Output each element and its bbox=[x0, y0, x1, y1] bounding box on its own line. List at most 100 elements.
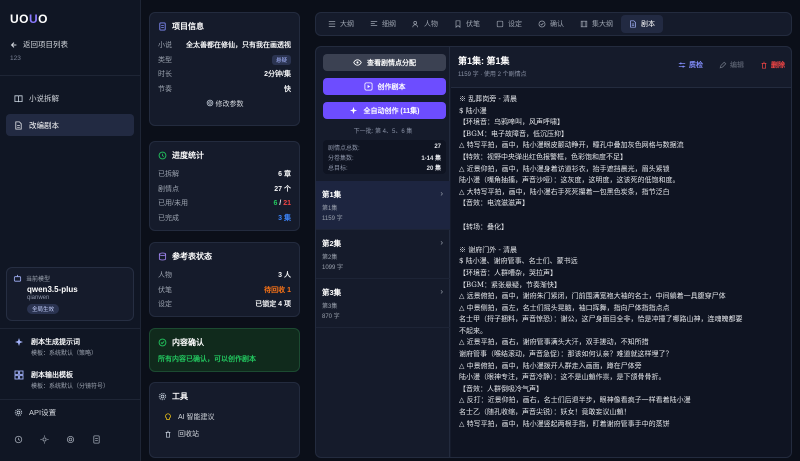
used-unused-value: 6 / 21 bbox=[273, 200, 291, 207]
chevron-right-icon: › bbox=[440, 189, 443, 198]
tab-characters[interactable]: 人物 bbox=[404, 15, 446, 33]
prompt-template-sub: 模板：系统默认（策略） bbox=[31, 351, 98, 357]
script-line: $ 陆小漫、谢府管事、名士们、蒙书远 bbox=[459, 257, 578, 266]
script-line: 不起来。 bbox=[459, 326, 487, 335]
file-text-icon bbox=[15, 120, 22, 130]
script-line: 【音效：电流滋滋声】 bbox=[459, 199, 529, 208]
tab-confirm[interactable]: 确认 bbox=[530, 15, 572, 33]
info-row-genre: 类型 悬疑 bbox=[158, 53, 291, 68]
action-label: 质检 bbox=[689, 62, 703, 69]
divider bbox=[0, 75, 141, 76]
progress-key: 已完成 bbox=[158, 214, 179, 222]
nav-label: 小说拆解 bbox=[29, 93, 59, 103]
progress-row-used: 已用/未用 6 / 21 bbox=[158, 196, 291, 211]
tab-settings[interactable]: 设定 bbox=[488, 15, 530, 33]
episode-item[interactable]: 第1集 第1集 1159 字 › bbox=[316, 181, 450, 230]
sparkles-icon bbox=[350, 106, 358, 115]
info-key: 小说 bbox=[158, 42, 172, 50]
reference-value: 3 人 bbox=[278, 272, 291, 280]
prompt-template-title: 剧本生成提示词 bbox=[31, 339, 80, 346]
arrow-left-icon bbox=[10, 41, 17, 48]
recycle-bin-tool[interactable]: 回收站 bbox=[158, 425, 291, 442]
project-info-heading: 项目信息 bbox=[158, 21, 291, 32]
progress-key: 已拆解 bbox=[158, 171, 179, 179]
progress-title: 进度统计 bbox=[172, 151, 204, 160]
script-line: △ 中景侧拍，画左，名士们摇头晃脑，袖口挥舞，指向尸体指指点点 bbox=[459, 303, 670, 312]
script-line: $ 陆小漫 bbox=[459, 106, 487, 115]
database-icon bbox=[158, 252, 167, 261]
settings-icon bbox=[496, 20, 504, 28]
tab-foreshadow[interactable]: 伏笔 bbox=[446, 15, 488, 33]
app-root: UOUO 返回项目列表 123 小说拆解 改编剧本 当前模型 qwen3.5-p… bbox=[0, 0, 800, 461]
episode-subtitle: 第1集 bbox=[322, 206, 338, 212]
play-icon bbox=[363, 82, 373, 91]
model-card[interactable]: 当前模型 qwen3.5-plus qianwen 全局生效 bbox=[6, 267, 134, 321]
clock-icon bbox=[158, 151, 167, 160]
plot-stats-box: 剧情点总数: 27 分卷集数: 1-14 集 总目标: 20 集 bbox=[323, 140, 446, 174]
tab-label: 细纲 bbox=[382, 21, 396, 28]
sun-icon[interactable] bbox=[40, 435, 49, 444]
main-area: 大纲 细纲 人物 伏笔 设定 确认 集大纲 剧本 查看剧情点分配 创作剧本 全自… bbox=[307, 0, 800, 461]
view-plot-allocation-button[interactable]: 查看剧情点分配 bbox=[323, 54, 446, 71]
script-line: 陆小漫（嘴角抽搐，声音沙哑）：这灰度，这明度，这该死的低饱和度。 bbox=[459, 176, 680, 185]
create-script-button[interactable]: 创作剧本 bbox=[323, 78, 446, 95]
model-label: 当前模型 bbox=[26, 277, 51, 283]
model-provider: qianwen bbox=[27, 295, 50, 301]
settings-icon[interactable] bbox=[66, 435, 75, 444]
api-settings-link[interactable]: API设置 bbox=[14, 407, 56, 418]
ai-suggestion-tool[interactable]: AI 智能建议 bbox=[158, 408, 291, 425]
edit-button[interactable]: 编辑 bbox=[719, 60, 744, 70]
gear-icon bbox=[158, 392, 167, 401]
progress-card: 进度统计 已拆解 6 章 剧情点 27 个 已用/未用 6 / 21 已完成 3 集 bbox=[149, 141, 300, 231]
script-line: 名士甲（捋子捆料，声音惊恐）：谢公，这尸身面目全非，恰是冲撞了哪路山神，连魂魄都… bbox=[459, 315, 743, 324]
output-template-item[interactable]: 剧本输出模板 模板：系统默认（分镜符号） bbox=[6, 370, 134, 396]
script-line: 【音效：人群倒吸冷气声】 bbox=[459, 384, 543, 393]
action-label: 编辑 bbox=[730, 62, 744, 69]
episode-subtitle: 第2集 bbox=[322, 255, 338, 261]
prompt-template-item[interactable]: 剧本生成提示词 模板：系统默认（策略） bbox=[6, 337, 134, 363]
tab-outline[interactable]: 大纲 bbox=[320, 15, 362, 33]
history-icon[interactable] bbox=[14, 435, 23, 444]
stat-row: 总目标: 20 集 bbox=[328, 162, 441, 172]
progress-value: 6 章 bbox=[278, 171, 291, 179]
script-line: △ 远景俯拍，画中，谢府朱门紧闭，门前围满宽袍大袖的名士，中间躺着一具腹穿尸体 bbox=[459, 292, 726, 301]
info-row-pace: 节奏 快 bbox=[158, 82, 291, 97]
auto-create-button[interactable]: 全自动创作 (11集) bbox=[323, 102, 446, 119]
back-to-projects-link[interactable]: 返回项目列表 bbox=[10, 39, 68, 50]
tab-label: 伏笔 bbox=[466, 21, 480, 28]
document-icon[interactable] bbox=[92, 435, 101, 444]
edit-params-label: 修改参数 bbox=[215, 101, 244, 108]
nav-item-adapt-script[interactable]: 改编剧本 bbox=[6, 114, 134, 136]
episode-word-count: 1099 字 bbox=[322, 265, 344, 271]
reference-title: 参考表状态 bbox=[172, 252, 212, 261]
edit-params-button[interactable]: 修改参数 bbox=[158, 99, 291, 109]
delete-button[interactable]: 删除 bbox=[760, 60, 785, 70]
unused-count: 21 bbox=[283, 199, 291, 207]
episode-item[interactable]: 第3集 第3集 870 字 › bbox=[316, 279, 450, 328]
script-content[interactable]: ※ 乱葬岗旁 - 清晨 $ 陆小漫 【环境音：乌鸦啼叫，风声呼啸】 【BGM：电子故障… bbox=[451, 87, 791, 457]
tab-label: 确认 bbox=[550, 21, 564, 28]
tools-card: 工具 AI 智能建议 回收站 bbox=[149, 382, 300, 458]
stat-key: 剧情点总数: bbox=[328, 145, 360, 152]
trash-icon bbox=[761, 61, 767, 69]
quality-check-button[interactable]: 质检 bbox=[678, 60, 703, 70]
script-line: 【转场：叠化】 bbox=[459, 222, 508, 231]
info-value: 全太善都在修仙，只有我在画透视 bbox=[186, 42, 291, 50]
tools-title: 工具 bbox=[172, 392, 188, 401]
script-line bbox=[459, 233, 785, 245]
pencil-icon bbox=[719, 61, 727, 69]
script-line: △ 近景仰拍，画中，陆小漫身着访道衫衣，抬手遮挡晨光，眉头紧锁 bbox=[459, 164, 670, 173]
script-line: △ 中景俯拍，画中，陆小漫拨开人群走入画面，蹲在尸体旁 bbox=[459, 361, 642, 370]
tab-episode-outline[interactable]: 集大纲 bbox=[572, 15, 621, 33]
sidebar: UOUO 返回项目列表 123 小说拆解 改编剧本 当前模型 qwen3.5-p… bbox=[0, 0, 141, 461]
tab-label: 人物 bbox=[424, 21, 438, 28]
bookmark-icon bbox=[455, 20, 461, 28]
episode-item[interactable]: 第2集 第2集 1099 字 › bbox=[316, 230, 450, 279]
nav-item-novel-breakdown[interactable]: 小说拆解 bbox=[6, 87, 134, 109]
chevron-right-icon: › bbox=[440, 238, 443, 247]
tab-script[interactable]: 剧本 bbox=[621, 15, 663, 33]
stat-row: 分卷集数: 1-14 集 bbox=[328, 152, 441, 162]
tab-detail-outline[interactable]: 细纲 bbox=[362, 15, 404, 33]
episode-title: 第1集 bbox=[322, 190, 342, 199]
episode-meta: 1159 字 · 使用 2 个剧情点 bbox=[458, 72, 527, 78]
